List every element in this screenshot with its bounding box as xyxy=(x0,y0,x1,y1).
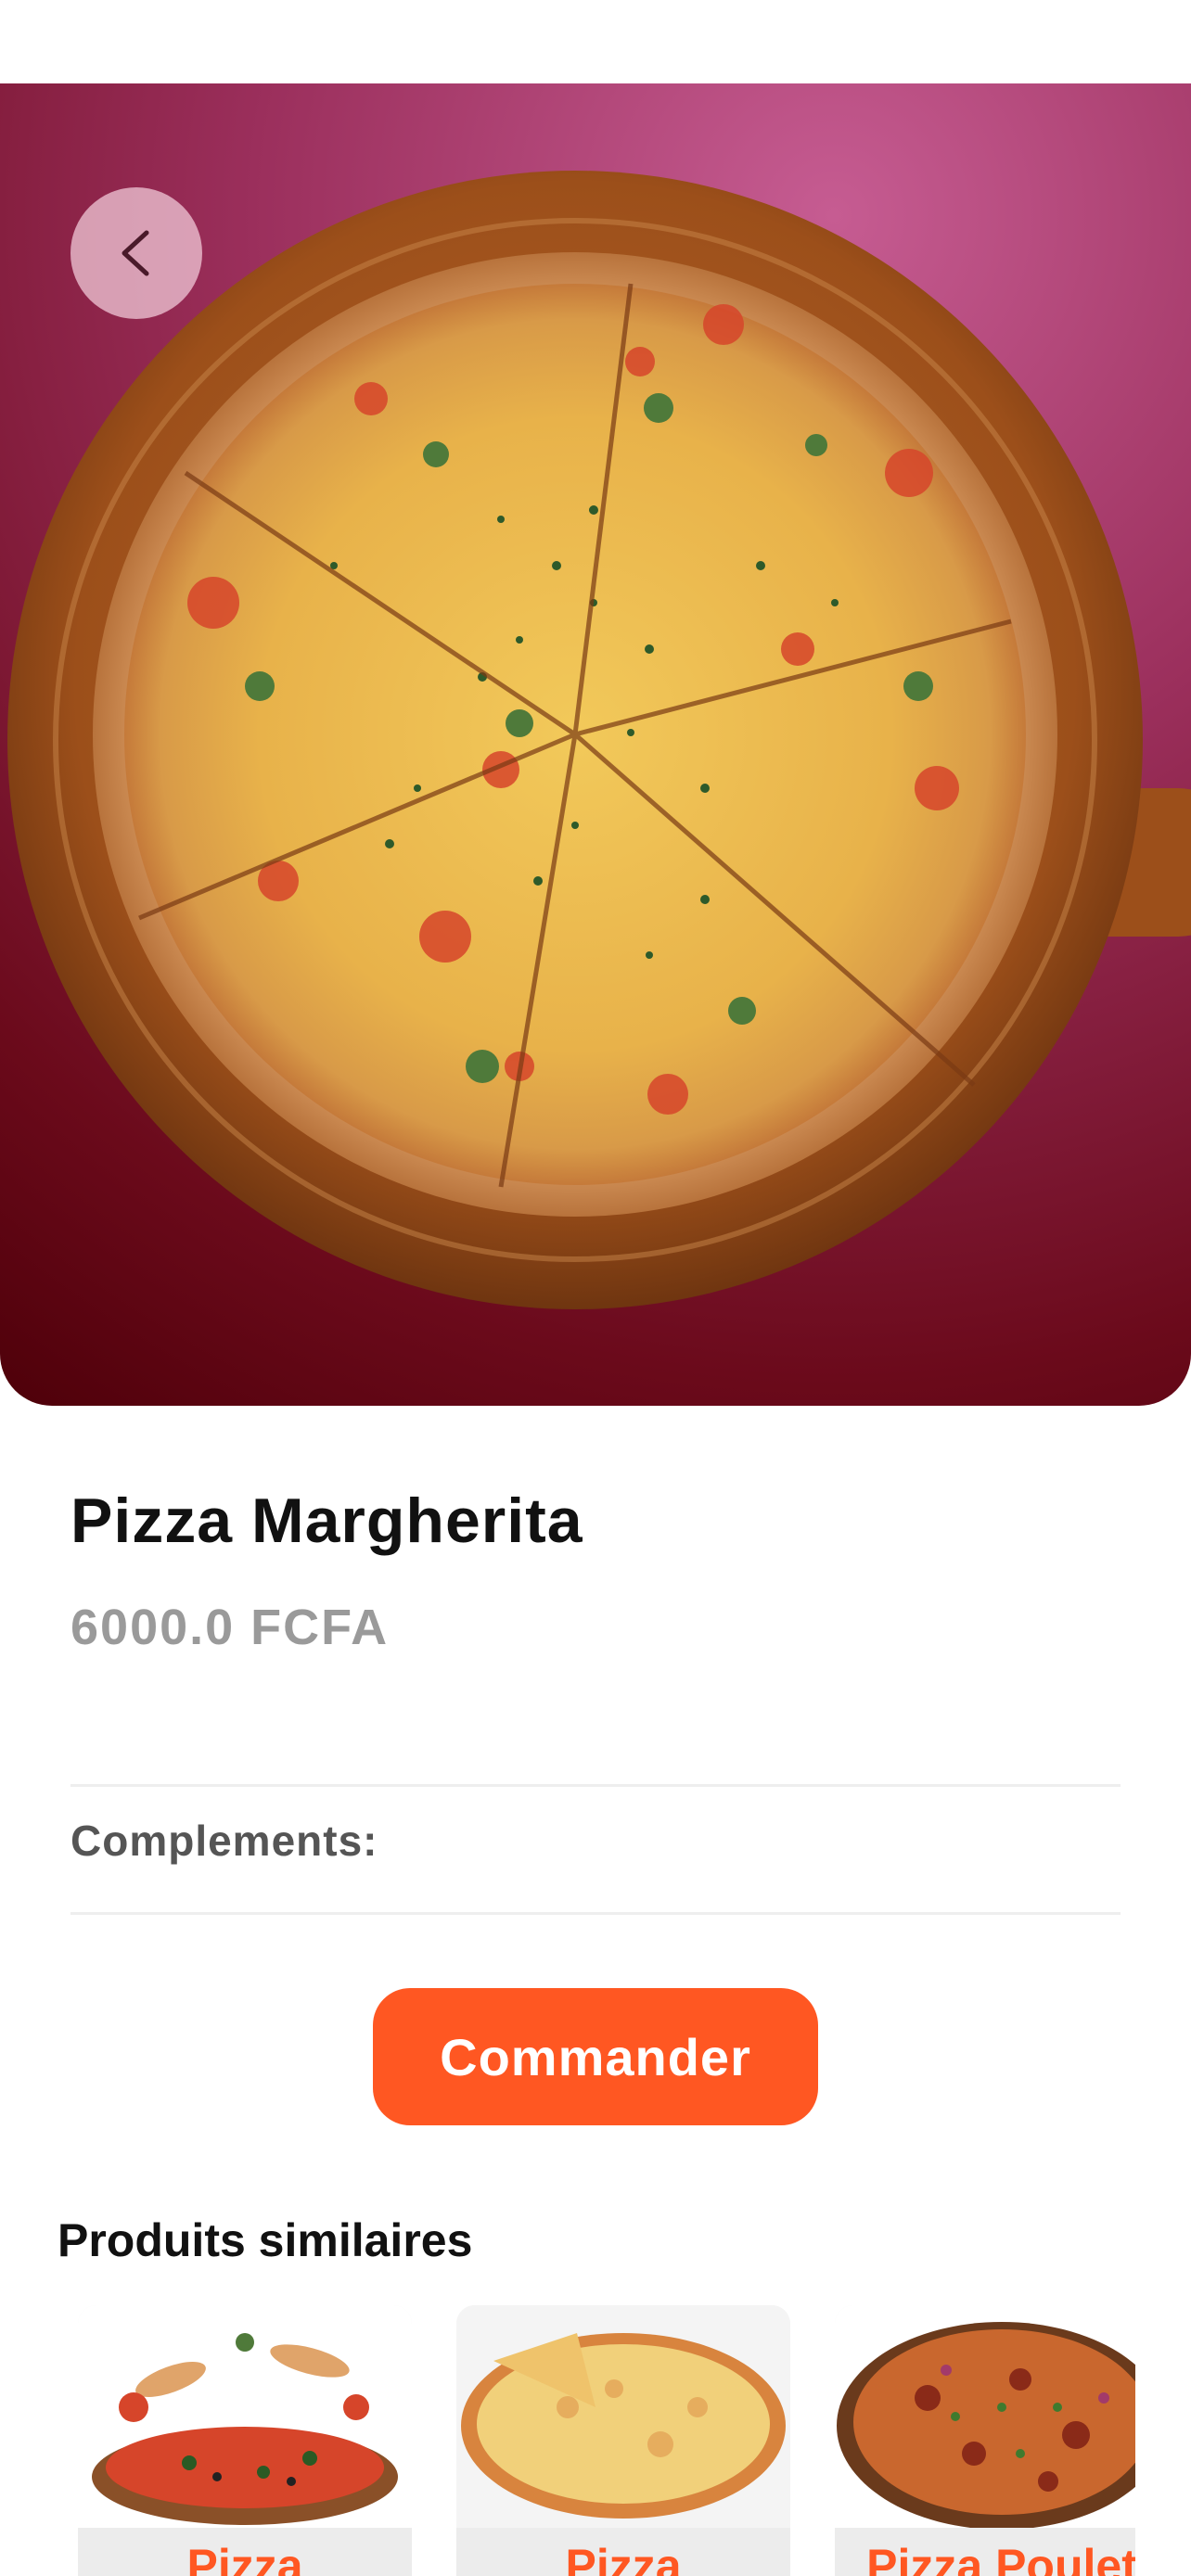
battery-icon xyxy=(1017,54,1089,83)
chevron-left-icon xyxy=(122,230,149,276)
complements-label: Complements: xyxy=(70,1817,378,1865)
similar-product-image xyxy=(78,2305,412,2528)
product-name: Pizza Margherita xyxy=(70,1486,583,1556)
divider-top xyxy=(70,1784,1121,1787)
status-indicators: 45 xyxy=(889,54,1089,83)
similar-products-list[interactable]: Pizza Pizza Pizza Poulet xyxy=(78,2305,1135,2576)
similar-product-label: Pizza xyxy=(78,2528,412,2576)
signal-icon xyxy=(889,54,940,83)
status-bar: 11:05 45 xyxy=(0,0,1191,83)
divider-bottom xyxy=(70,1912,1121,1915)
similar-product-image xyxy=(835,2305,1135,2528)
similar-product-image xyxy=(456,2305,790,2528)
similar-product-card[interactable]: Pizza xyxy=(78,2305,412,2576)
similar-product-label: Pizza xyxy=(456,2528,790,2576)
similar-product-card[interactable]: Pizza xyxy=(456,2305,790,2576)
similar-product-label: Pizza Poulet xyxy=(835,2528,1135,2576)
status-time: 11:05 xyxy=(139,48,258,83)
back-button[interactable] xyxy=(70,187,202,319)
similar-products-title: Produits similaires xyxy=(58,2214,473,2266)
product-price: 6000.0 FCFA xyxy=(70,1600,390,1655)
battery-level: 45 xyxy=(955,54,1000,83)
similar-product-card[interactable]: Pizza Poulet xyxy=(835,2305,1135,2576)
order-button[interactable]: Commander xyxy=(373,1988,818,2125)
